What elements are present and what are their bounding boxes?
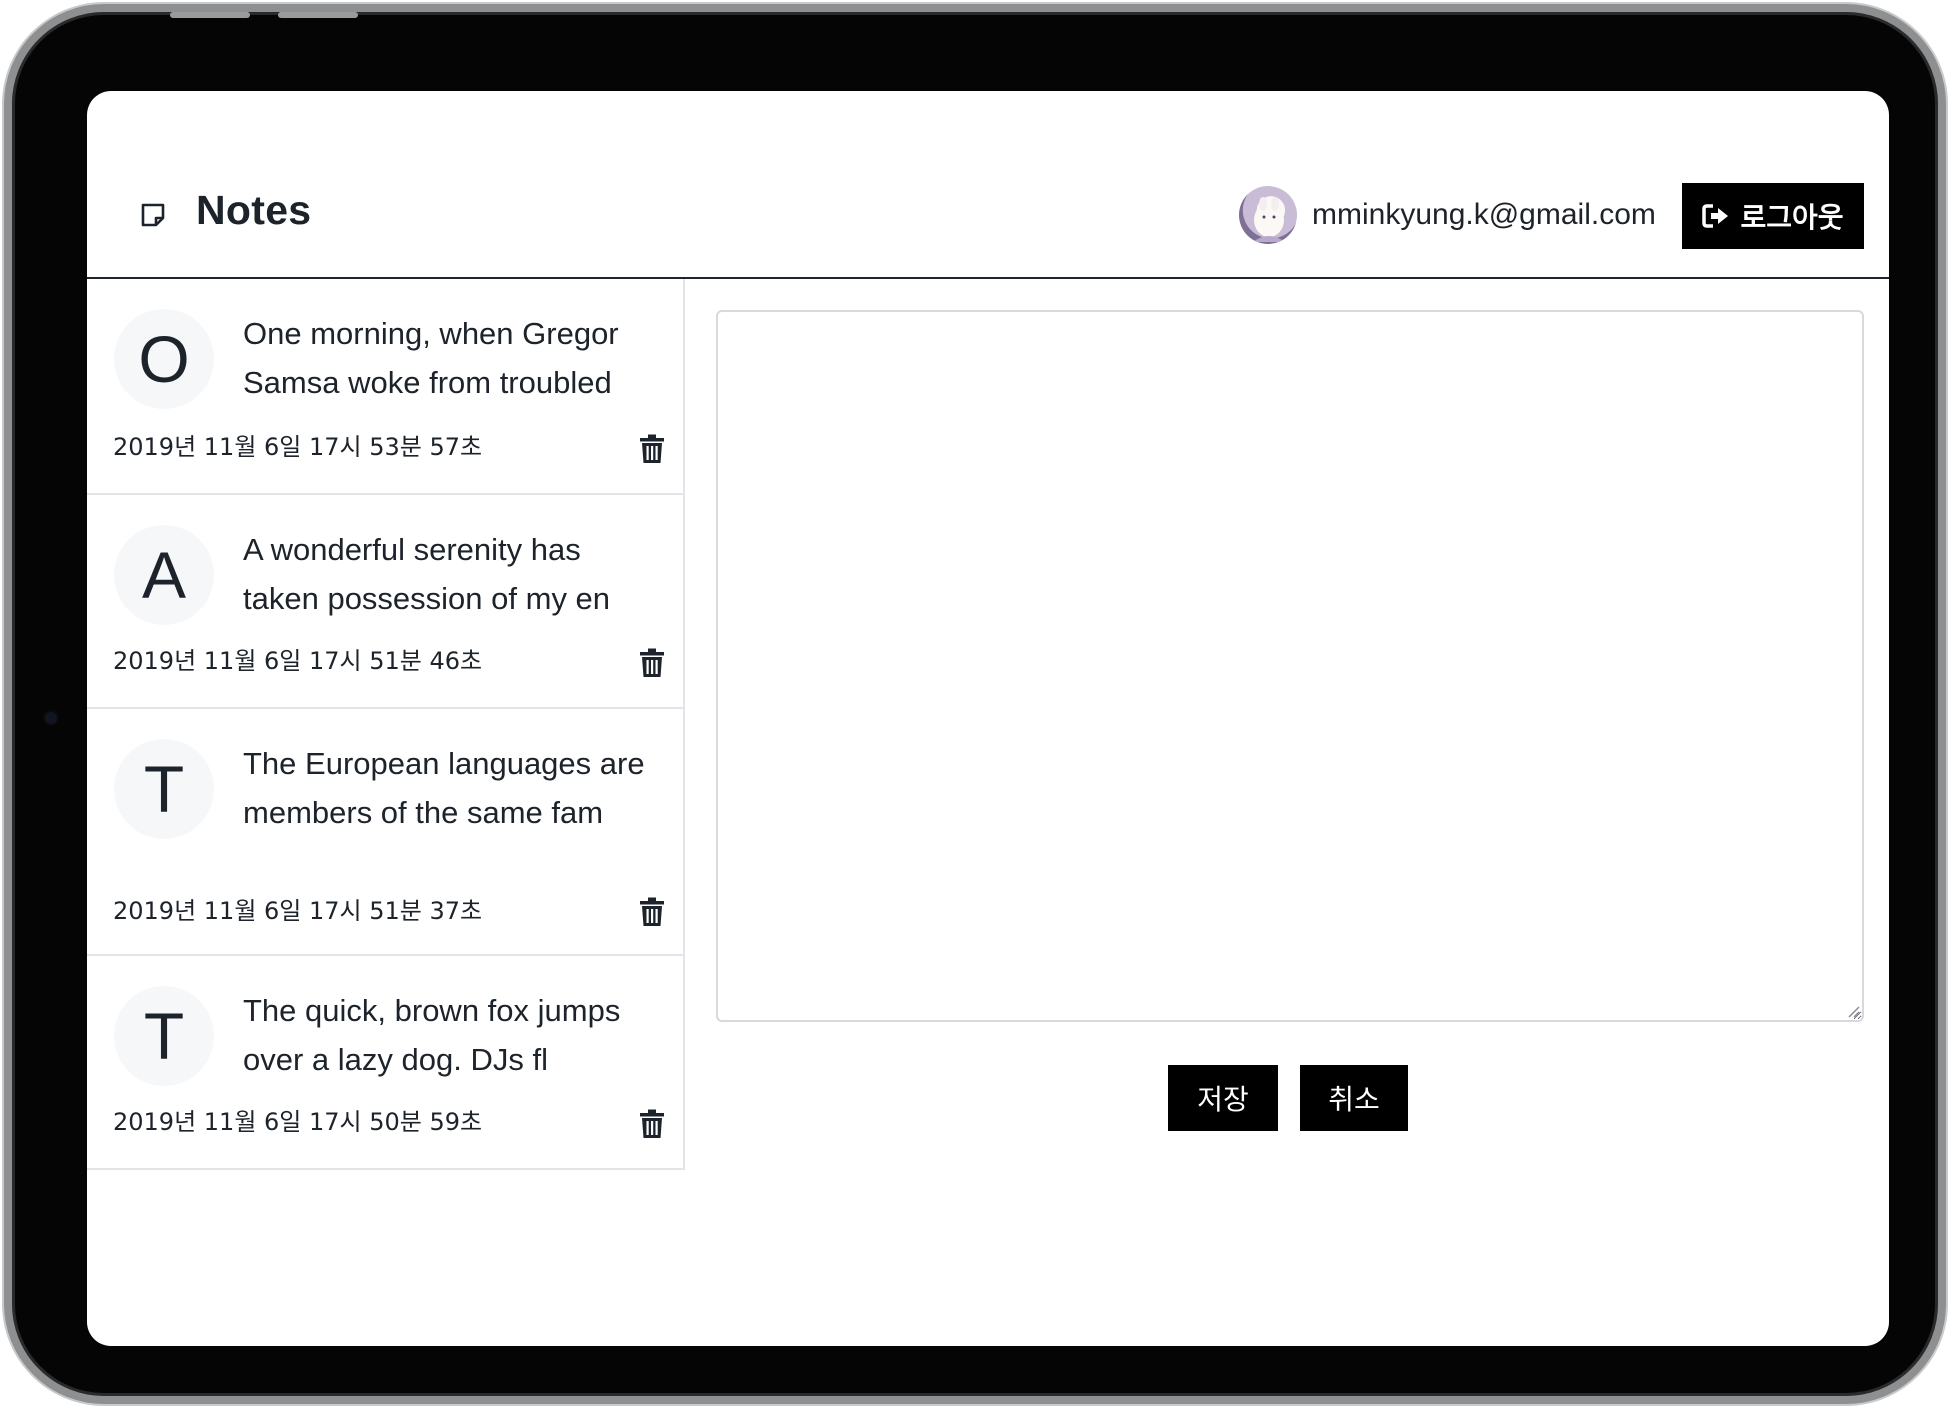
note-date: 2019년 11월 6일 17시 51분 46초 [113,647,483,675]
note-preview-text: A wonderful serenity has taken possessio… [243,532,611,616]
note-preview-text: The quick, brown fox jumps over a lazy d… [243,993,621,1077]
note-preview-text: The European languages are members of th… [243,746,645,830]
camera [45,712,57,724]
note-initial-avatar: O [114,309,214,409]
app-header: Notes mminkyung.k@gmail.com 로그아웃 [87,91,1889,279]
volume-button [278,12,358,18]
logout-button[interactable]: 로그아웃 [1682,183,1864,249]
note-list-item[interactable]: O One morning, when Gregor Samsa woke fr… [87,279,683,495]
volume-button [170,12,250,18]
note-editor-textarea[interactable] [716,310,1864,1022]
sign-out-icon [1702,204,1729,228]
cancel-button[interactable]: 취소 [1300,1065,1408,1131]
note-preview-text: One morning, when Gregor Samsa woke from… [243,316,619,400]
tablet-frame: Notes mminkyung.k@gmail.com 로그아웃 O One m… [4,4,1946,1404]
note-list: O One morning, when Gregor Samsa woke fr… [87,279,685,1170]
app-title: Notes [196,187,312,233]
note-initial-avatar: A [114,525,214,625]
note-list-item[interactable]: A A wonderful serenity has taken possess… [87,495,683,709]
resize-grip-icon[interactable] [1846,1004,1860,1018]
app-screen: Notes mminkyung.k@gmail.com 로그아웃 O One m… [87,91,1889,1346]
trash-icon[interactable] [639,434,665,464]
note-date: 2019년 11월 6일 17시 51분 37초 [113,897,483,925]
note-initial-avatar: T [114,986,214,1086]
trash-icon[interactable] [639,648,665,678]
note-date: 2019년 11월 6일 17시 50분 59초 [113,1108,483,1136]
logout-label: 로그아웃 [1740,201,1844,234]
note-list-item[interactable]: T The European languages are members of … [87,709,683,956]
trash-icon[interactable] [639,897,665,927]
note-date: 2019년 11월 6일 17시 53분 57초 [113,433,483,461]
save-button[interactable]: 저장 [1168,1065,1278,1131]
note-initial-avatar: T [114,739,214,839]
user-email: mminkyung.k@gmail.com [1312,198,1656,231]
note-list-item[interactable]: T The quick, brown fox jumps over a lazy… [87,956,683,1170]
trash-icon[interactable] [639,1109,665,1139]
user-avatar[interactable] [1239,186,1297,244]
sticky-note-icon [141,203,165,227]
